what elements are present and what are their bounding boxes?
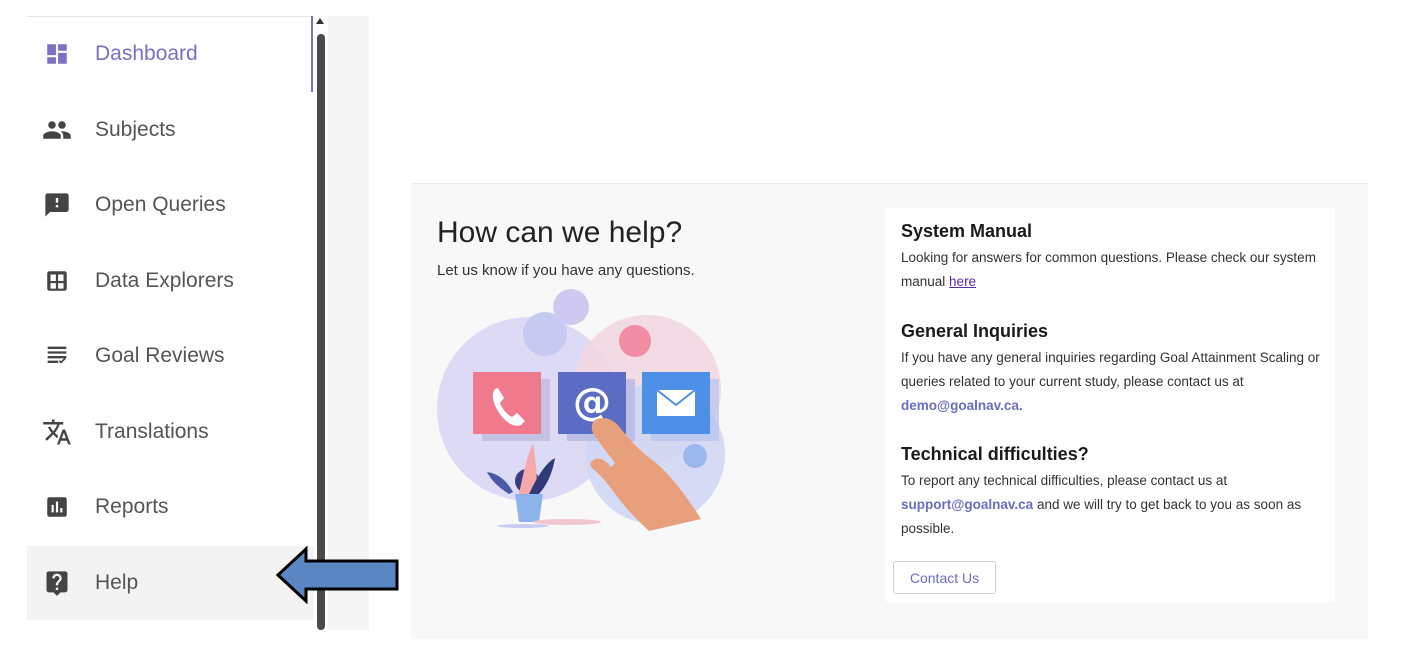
- content-gutter: [328, 16, 369, 630]
- system-manual-section: System Manual Looking for answers for co…: [901, 221, 1326, 294]
- sidebar-item-label: Goal Reviews: [95, 344, 225, 367]
- rule-list-icon: [41, 340, 73, 372]
- sidebar-item-label: Data Explorers: [95, 269, 234, 292]
- page-title: How can we help?: [437, 216, 683, 249]
- general-inquiries-section: General Inquiries If you have any genera…: [901, 321, 1326, 418]
- feedback-icon: [41, 189, 73, 221]
- scroll-up-arrow-icon[interactable]: [316, 18, 324, 24]
- sidebar-item-reports[interactable]: Reports: [27, 470, 314, 544]
- annotation-arrow-icon: [276, 546, 399, 604]
- sidebar-item-label: Open Queries: [95, 193, 226, 216]
- sidebar-item-label: Reports: [95, 495, 169, 518]
- page-subtitle: Let us know if you have any questions.: [437, 262, 695, 279]
- bar-chart-icon: [41, 491, 73, 523]
- sidebar-item-open-queries[interactable]: Open Queries: [27, 168, 314, 242]
- sidebar-item-label: Help: [95, 571, 139, 594]
- contact-illustration: @: [437, 289, 725, 531]
- sidebar-item-goal-reviews[interactable]: Goal Reviews: [27, 319, 314, 393]
- help-info-card: System Manual Looking for answers for co…: [886, 208, 1335, 602]
- sidebar-item-label: Subjects: [95, 118, 176, 141]
- svg-text:@: @: [573, 380, 611, 424]
- section-heading: General Inquiries: [901, 321, 1049, 341]
- sidebar-item-help[interactable]: Help: [27, 546, 314, 620]
- help-icon: [41, 567, 73, 599]
- section-heading: Technical difficulties?: [901, 444, 1089, 464]
- support-email-link[interactable]: support@goalnav.ca: [901, 497, 1033, 512]
- section-text: To report any technical difficulties, pl…: [901, 473, 1302, 536]
- section-text: If you have any general inquiries regard…: [901, 350, 1320, 413]
- sidebar-item-data-explorers[interactable]: Data Explorers: [27, 244, 314, 318]
- technical-section: Technical difficulties? To report any te…: [901, 444, 1326, 541]
- scrollbar-thumb[interactable]: [317, 34, 325, 630]
- section-text: Looking for answers for common questions…: [901, 250, 1316, 289]
- sidebar-item-label: Translations: [95, 420, 209, 443]
- people-icon: [41, 114, 73, 146]
- manual-link[interactable]: here: [949, 274, 976, 289]
- demo-email-link[interactable]: demo@goalnav.ca.: [901, 398, 1023, 413]
- contact-us-button[interactable]: Contact Us: [893, 561, 996, 594]
- translate-icon: [41, 416, 73, 448]
- dashboard-icon: [41, 38, 73, 70]
- sidebar-nav: Dashboard Subjects Open Queries Data Exp…: [27, 16, 314, 631]
- sidebar-item-subjects[interactable]: Subjects: [27, 93, 314, 167]
- sidebar-item-dashboard[interactable]: Dashboard: [27, 17, 314, 91]
- sidebar-scrollbar[interactable]: [314, 16, 328, 630]
- selected-indicator: [311, 16, 313, 92]
- section-heading: System Manual: [901, 221, 1033, 241]
- help-panel: How can we help? Let us know if you have…: [411, 183, 1368, 639]
- sidebar-item-translations[interactable]: Translations: [27, 395, 314, 469]
- sidebar-item-label: Dashboard: [95, 42, 198, 65]
- grid-icon: [41, 265, 73, 297]
